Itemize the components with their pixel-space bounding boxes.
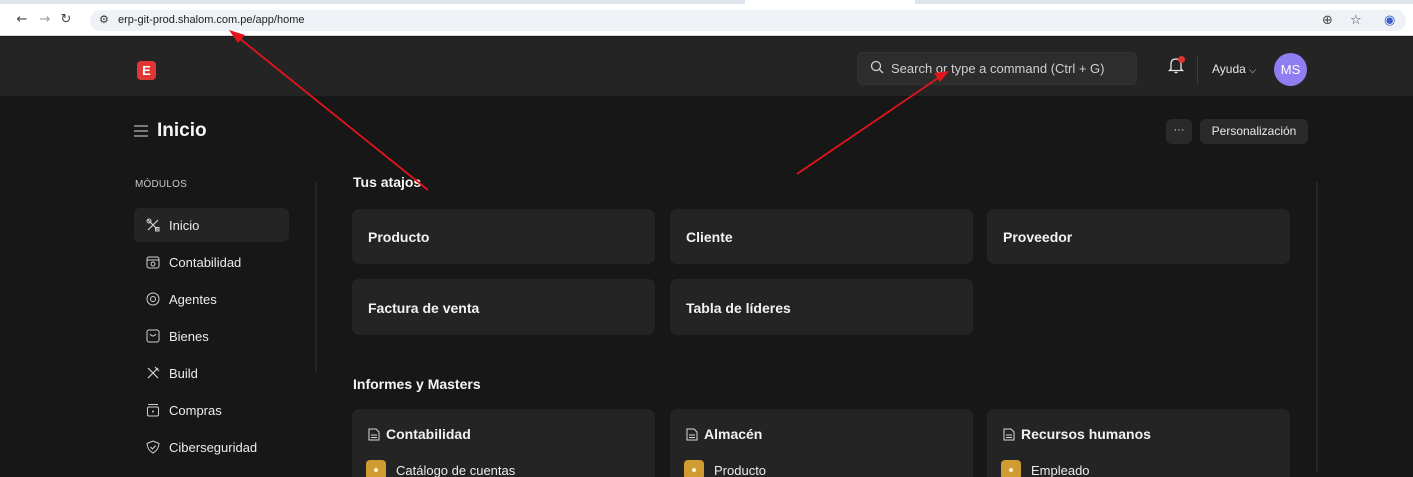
- sidebar-item-bienes[interactable]: Bienes: [134, 319, 289, 353]
- link-badge-icon: [366, 460, 386, 477]
- document-icon: [368, 428, 380, 441]
- reports-title: Informes y Masters: [353, 376, 481, 392]
- shortcut-label: Cliente: [686, 229, 733, 245]
- sidebar-item-label: Contabilidad: [169, 255, 242, 270]
- avatar[interactable]: MS: [1274, 53, 1307, 86]
- report-card-almacen: Almacén Producto: [670, 409, 973, 477]
- sidebar-item-ciberseguridad[interactable]: Ciberseguridad: [134, 430, 289, 464]
- help-menu[interactable]: Ayuda ⌵: [1212, 62, 1256, 76]
- page-title: Inicio: [157, 120, 207, 141]
- sidebar-item-inicio[interactable]: Inicio: [134, 208, 289, 242]
- sidebar-item-build[interactable]: Build: [134, 356, 289, 390]
- shortcut-card-factura-de-venta[interactable]: Factura de venta: [352, 279, 655, 335]
- arrow-left-icon[interactable]: ←: [14, 12, 30, 28]
- notification-dot: [1178, 56, 1185, 63]
- sidebar-item-compras[interactable]: Compras: [134, 393, 289, 427]
- report-card-recursos-humanos: Recursos humanos Empleado: [987, 409, 1290, 477]
- accounting-icon: [146, 256, 160, 269]
- purchases-icon: [147, 404, 159, 417]
- link-badge-icon: [1001, 460, 1021, 477]
- chevron-down-icon: ⌵: [1249, 65, 1256, 75]
- document-icon: [686, 428, 698, 441]
- agents-icon: [146, 292, 160, 306]
- shortcut-label: Tabla de líderes: [686, 300, 791, 316]
- more-options-button[interactable]: ···: [1166, 119, 1192, 144]
- sidebar-item-agentes[interactable]: Agentes: [134, 282, 289, 316]
- url-text[interactable]: erp-git-prod.shalom.com.pe/app/home: [118, 14, 304, 26]
- sidebar-item-label: Ciberseguridad: [169, 440, 258, 455]
- tools-icon: [146, 218, 160, 232]
- sidebar-item-label: Agentes: [169, 292, 217, 307]
- sidebar-section-label: MÓDULOS: [135, 179, 187, 190]
- menu-toggle-icon[interactable]: [134, 125, 148, 137]
- sidebar-item-contabilidad[interactable]: Contabilidad: [134, 245, 289, 279]
- browser-tab-strip: [0, 0, 1413, 4]
- document-icon: [1003, 428, 1015, 441]
- star-icon[interactable]: ☆: [1350, 13, 1362, 28]
- shortcut-label: Proveedor: [1003, 229, 1073, 245]
- assets-icon: [146, 329, 160, 343]
- shield-icon: [146, 440, 160, 454]
- sidebar-item-label: Compras: [169, 403, 222, 418]
- report-card-contabilidad: Contabilidad Catálogo de cuentas: [352, 409, 655, 477]
- reload-icon[interactable]: ↻: [58, 12, 74, 28]
- shortcut-card-proveedor[interactable]: Proveedor: [987, 209, 1290, 264]
- shortcut-card-tabla-de-lideres[interactable]: Tabla de líderes: [670, 279, 973, 335]
- report-link[interactable]: Catálogo de cuentas: [396, 463, 515, 477]
- shortcut-card-cliente[interactable]: Cliente: [670, 209, 973, 264]
- build-icon: [147, 366, 160, 379]
- sidebar-item-label: Inicio: [169, 218, 200, 233]
- zoom-icon[interactable]: ⊕: [1322, 13, 1333, 28]
- arrow-right-icon[interactable]: →: [37, 12, 53, 28]
- help-label: Ayuda: [1212, 62, 1246, 76]
- customize-button[interactable]: Personalización: [1200, 119, 1308, 144]
- search-placeholder[interactable]: Search or type a command (Ctrl + G): [891, 61, 1105, 76]
- app-navbar: [0, 37, 1413, 96]
- site-settings-icon[interactable]: ⚙: [99, 13, 111, 27]
- report-card-title: Recursos humanos: [1021, 426, 1151, 442]
- browser-active-tab[interactable]: [745, 0, 915, 4]
- shortcuts-title: Tus atajos: [353, 174, 422, 190]
- app-logo[interactable]: E: [137, 61, 156, 80]
- report-card-title: Contabilidad: [386, 426, 471, 442]
- shortcut-label: Producto: [368, 229, 430, 245]
- link-badge-icon: [684, 460, 704, 477]
- profile-icon[interactable]: ◉: [1384, 13, 1395, 28]
- report-link[interactable]: Empleado: [1031, 463, 1090, 477]
- shortcut-label: Factura de venta: [368, 300, 480, 316]
- search-icon: [870, 60, 884, 74]
- navbar-divider: [1197, 56, 1198, 84]
- sidebar-item-label: Bienes: [169, 329, 209, 344]
- sidebar-item-label: Build: [169, 366, 198, 381]
- report-card-title: Almacén: [704, 426, 763, 442]
- shortcut-card-producto[interactable]: Producto: [352, 209, 655, 264]
- report-link[interactable]: Producto: [714, 463, 766, 477]
- main-scrollbar[interactable]: [1316, 182, 1318, 472]
- sidebar-scrollbar[interactable]: [315, 182, 317, 372]
